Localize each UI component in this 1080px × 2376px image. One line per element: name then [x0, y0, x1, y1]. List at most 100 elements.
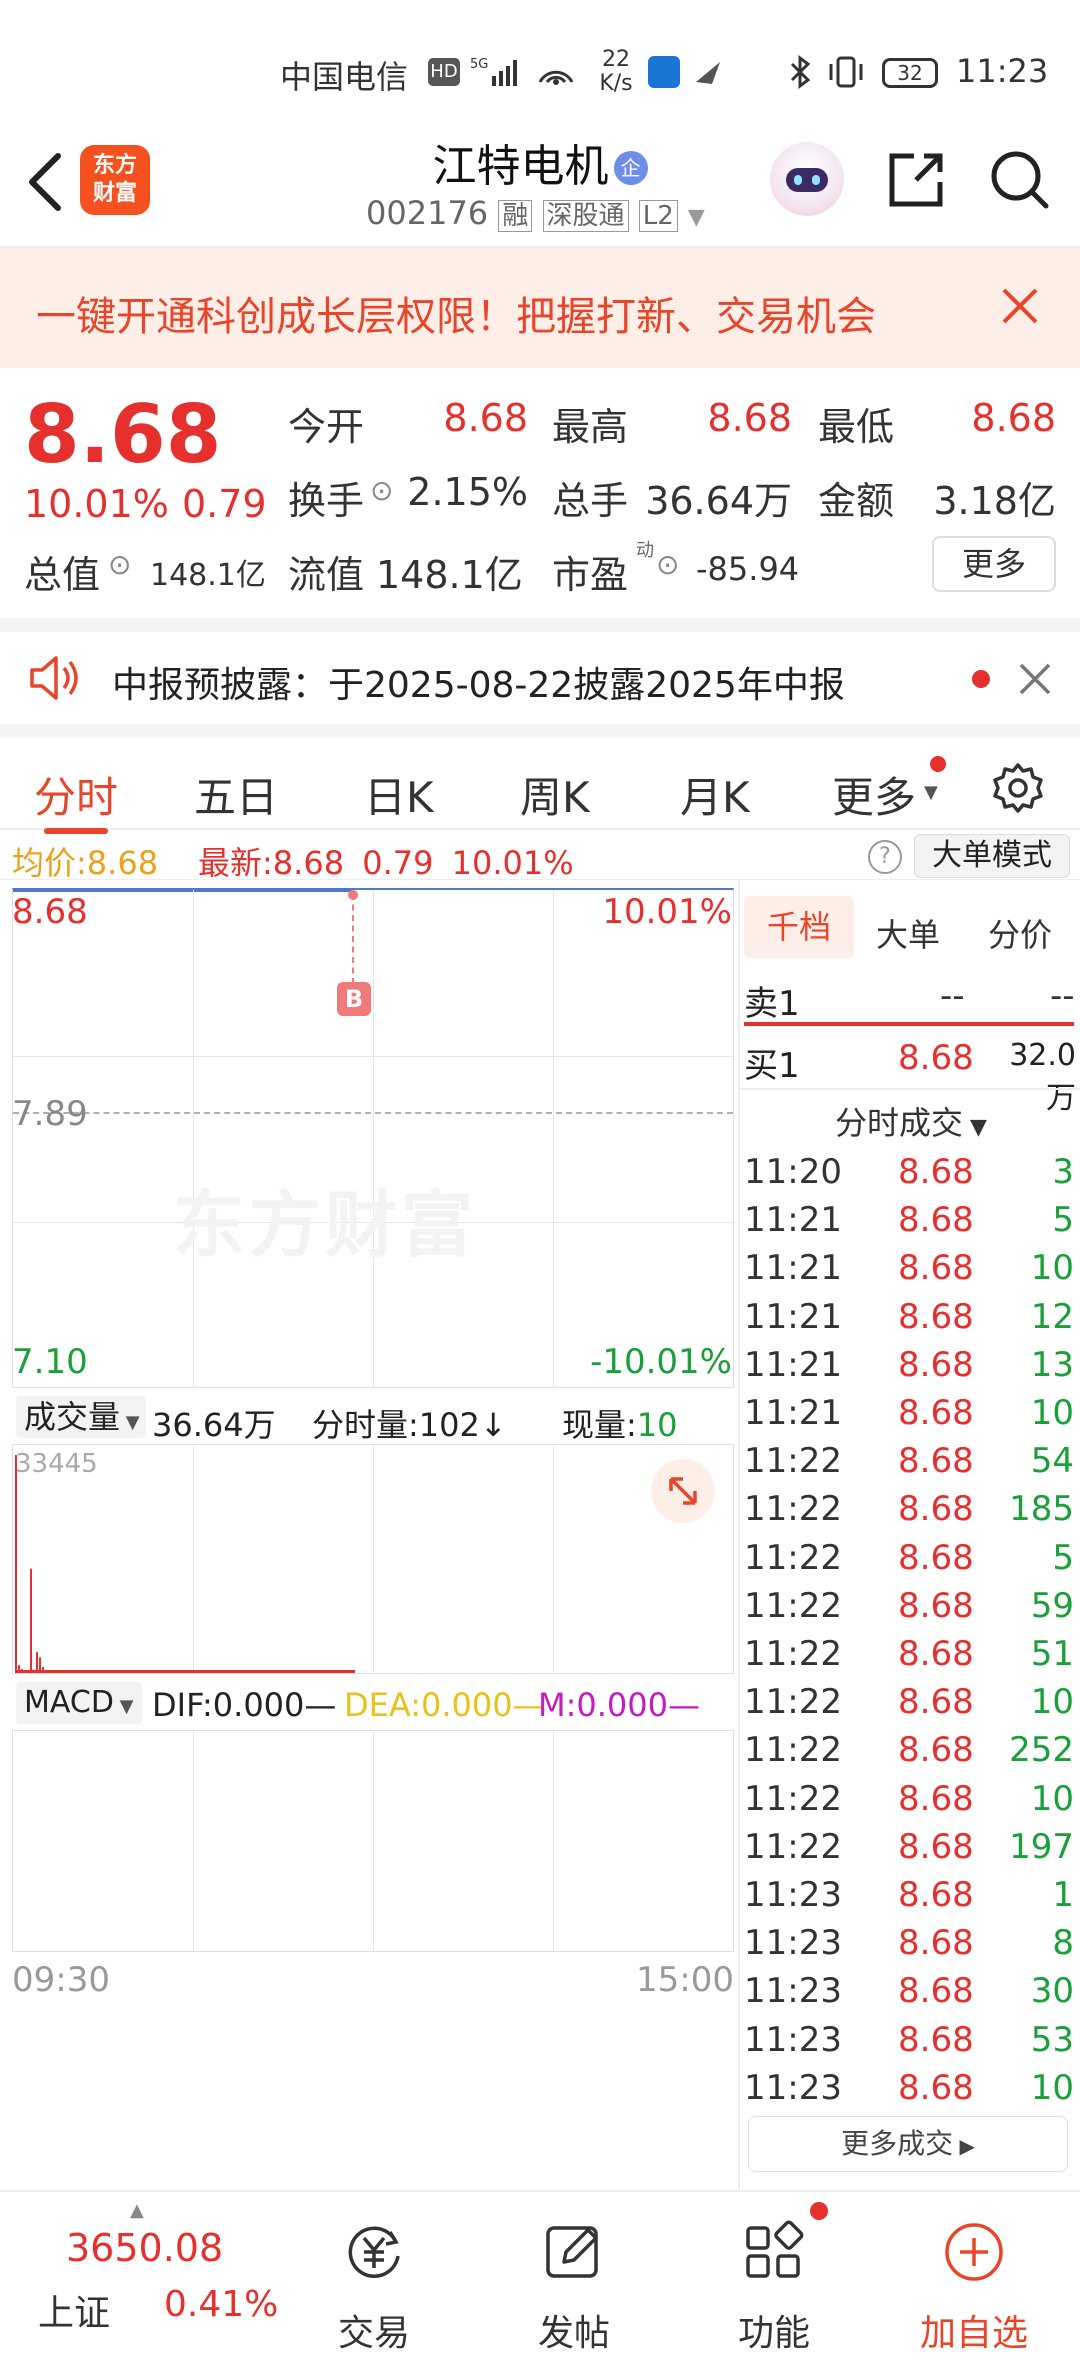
- tick-volume: 10: [1030, 1393, 1074, 1433]
- send-icon: [696, 62, 720, 84]
- index-change-percent: 0.41%: [164, 2284, 279, 2325]
- tab-more[interactable]: 更多: [832, 764, 916, 825]
- wifi-icon: [538, 70, 574, 85]
- amount-value: 3.18亿: [933, 479, 1056, 523]
- info-dots-icon[interactable]: ⊙: [108, 548, 131, 581]
- info-dots-icon[interactable]: ⊙: [370, 474, 393, 507]
- tick-volume: 12: [1030, 1296, 1074, 1337]
- tab-five-day[interactable]: 五日: [194, 764, 278, 825]
- chevron-down-icon: ▼: [120, 1412, 140, 1433]
- share-icon[interactable]: [886, 150, 946, 210]
- tick-volume: 51: [1030, 1634, 1074, 1674]
- dea-value: DEA:0.000—: [344, 1686, 545, 1724]
- tick-time: 11:23: [744, 1971, 842, 2012]
- buy-marker-line: [352, 894, 354, 984]
- tab-big-orders[interactable]: 大单: [876, 910, 940, 956]
- turnover-label: 换手: [288, 479, 365, 523]
- tick-price: 8.68: [898, 1585, 974, 1626]
- tick-volume: 5: [1052, 1200, 1074, 1241]
- tick-row: 11:21 8.68 5: [740, 1200, 1080, 1248]
- more-ticks-button[interactable]: 更多成交 ▶: [748, 2116, 1068, 2172]
- buy1-label: 买1: [744, 1046, 800, 1086]
- close-icon[interactable]: [1018, 662, 1052, 696]
- tab-daily-k[interactable]: 日K: [364, 764, 434, 825]
- close-icon[interactable]: [1000, 286, 1040, 326]
- tick-time: 11:22: [744, 1730, 842, 1771]
- tick-row: 11:22 8.68 54: [740, 1441, 1080, 1489]
- macd-indicator-label: MACD: [24, 1685, 114, 1720]
- promo-banner[interactable]: 一键开通科创成长层权限！把握打新、交易机会: [0, 248, 1080, 368]
- volume-chart[interactable]: 33445: [12, 1444, 734, 1674]
- volume-indicator-select[interactable]: 成交量 ▼: [16, 1396, 146, 1438]
- nav-functions[interactable]: 功能: [674, 2192, 874, 2376]
- macd-indicator-select[interactable]: MACD ▼: [16, 1682, 142, 1724]
- sell1-volume: --: [1050, 976, 1075, 1016]
- m-text: M:0.000: [538, 1686, 668, 1724]
- big-order-mode-button[interactable]: 大单模式: [914, 834, 1070, 878]
- tick-time: 11:23: [744, 1875, 842, 1915]
- chart-low-percent: -10.01%: [590, 1342, 732, 1382]
- sell1-price: --: [940, 976, 965, 1016]
- tick-time: 11:22: [744, 1634, 842, 1674]
- nav-trade[interactable]: 交易: [274, 2192, 474, 2376]
- chevron-right-icon: ▶: [953, 2134, 975, 2158]
- nav-trade-label: 交易: [337, 2313, 410, 2354]
- badge-l2: L2: [638, 200, 678, 232]
- nav-post[interactable]: 发帖: [474, 2192, 674, 2376]
- change-percent: 10.01%: [24, 482, 169, 526]
- settings-gear-icon[interactable]: [992, 762, 1044, 814]
- index-name: 上证: [38, 2293, 111, 2334]
- announcement-bar[interactable]: 中报预披露：于2025-08-22披露2025年中报: [0, 618, 1080, 724]
- tick-row: 11:21 8.68 12: [740, 1297, 1080, 1345]
- ticks-title[interactable]: 分时成交 ▼: [740, 1098, 1080, 1144]
- info-dots-icon[interactable]: ⊙: [656, 548, 679, 581]
- search-icon[interactable]: [988, 148, 1052, 212]
- tick-row: 11:22 8.68 185: [740, 1489, 1080, 1537]
- tick-volume: 10: [1030, 1682, 1074, 1723]
- tick-row: 11:21 8.68 13: [740, 1345, 1080, 1393]
- tick-time: 11:22: [744, 1585, 842, 1626]
- time-axis-end: 15:00: [636, 1960, 734, 2000]
- ai-assistant-avatar[interactable]: [770, 142, 844, 216]
- tick-time: 11:22: [744, 1826, 842, 1867]
- announcement-text[interactable]: 中报预披露：于2025-08-22披露2025年中报: [112, 656, 845, 708]
- low-label: 最低: [818, 405, 895, 449]
- tab-intraday[interactable]: 分时: [34, 764, 118, 825]
- tick-time: 11:22: [744, 1537, 842, 1578]
- nav-add-watchlist[interactable]: 加自选: [874, 2192, 1074, 2376]
- tick-row: 11:21 8.68 10: [740, 1393, 1080, 1441]
- index-ticker[interactable]: ▲ 3650.08 上证 0.41%: [0, 2192, 280, 2376]
- pe-label: 市盈: [552, 553, 629, 597]
- carrier-label: 中国电信: [280, 58, 409, 96]
- chevron-down-icon: ▼: [963, 1115, 987, 1140]
- tick-time: 11:21: [744, 1393, 842, 1433]
- tick-volume: 197: [1009, 1826, 1074, 1867]
- buy-signal-marker[interactable]: B: [337, 982, 371, 1016]
- unread-dot: [810, 2202, 828, 2220]
- chevron-down-icon[interactable]: ▼: [688, 205, 705, 230]
- tick-volume: 10: [1030, 1778, 1074, 1819]
- more-quote-button[interactable]: 更多: [932, 536, 1056, 592]
- tab-depth[interactable]: 千档: [744, 896, 854, 958]
- expand-icon[interactable]: [651, 1459, 715, 1523]
- tick-list[interactable]: 11:20 8.68 3 11:21 8.68 5 11:21 8.68 10 11:21 8.68…: [740, 1152, 1080, 2108]
- time-axis-start: 09:30: [12, 1960, 110, 2000]
- tick-time: 11:20: [744, 1152, 842, 1192]
- tick-price: 8.68: [898, 1875, 974, 1915]
- signal-5g-icon: 5G: [470, 57, 517, 86]
- tick-price: 8.68: [898, 2067, 974, 2108]
- buy1-row: 买1 8.68 32.0万: [740, 1038, 1080, 1116]
- help-icon[interactable]: ?: [868, 840, 902, 874]
- price-chart[interactable]: 东方财富 B: [12, 888, 734, 1388]
- promo-banner-text[interactable]: 一键开通科创成长层权限！把握打新、交易机会: [36, 284, 876, 342]
- tab-monthly-k[interactable]: 月K: [680, 764, 750, 825]
- tick-row: 11:22 8.68 59: [740, 1586, 1080, 1634]
- chart-high-price: 8.68: [12, 892, 88, 932]
- more-ticks-label: 更多成交: [841, 2127, 954, 2160]
- tab-weekly-k[interactable]: 周K: [520, 764, 590, 825]
- tab-price-distribution[interactable]: 分价: [988, 910, 1052, 956]
- tick-volume: 59: [1030, 1585, 1074, 1626]
- battery-icon: 32: [882, 58, 938, 88]
- tick-price: 8.68: [898, 2019, 974, 2060]
- macd-chart[interactable]: [12, 1730, 734, 1952]
